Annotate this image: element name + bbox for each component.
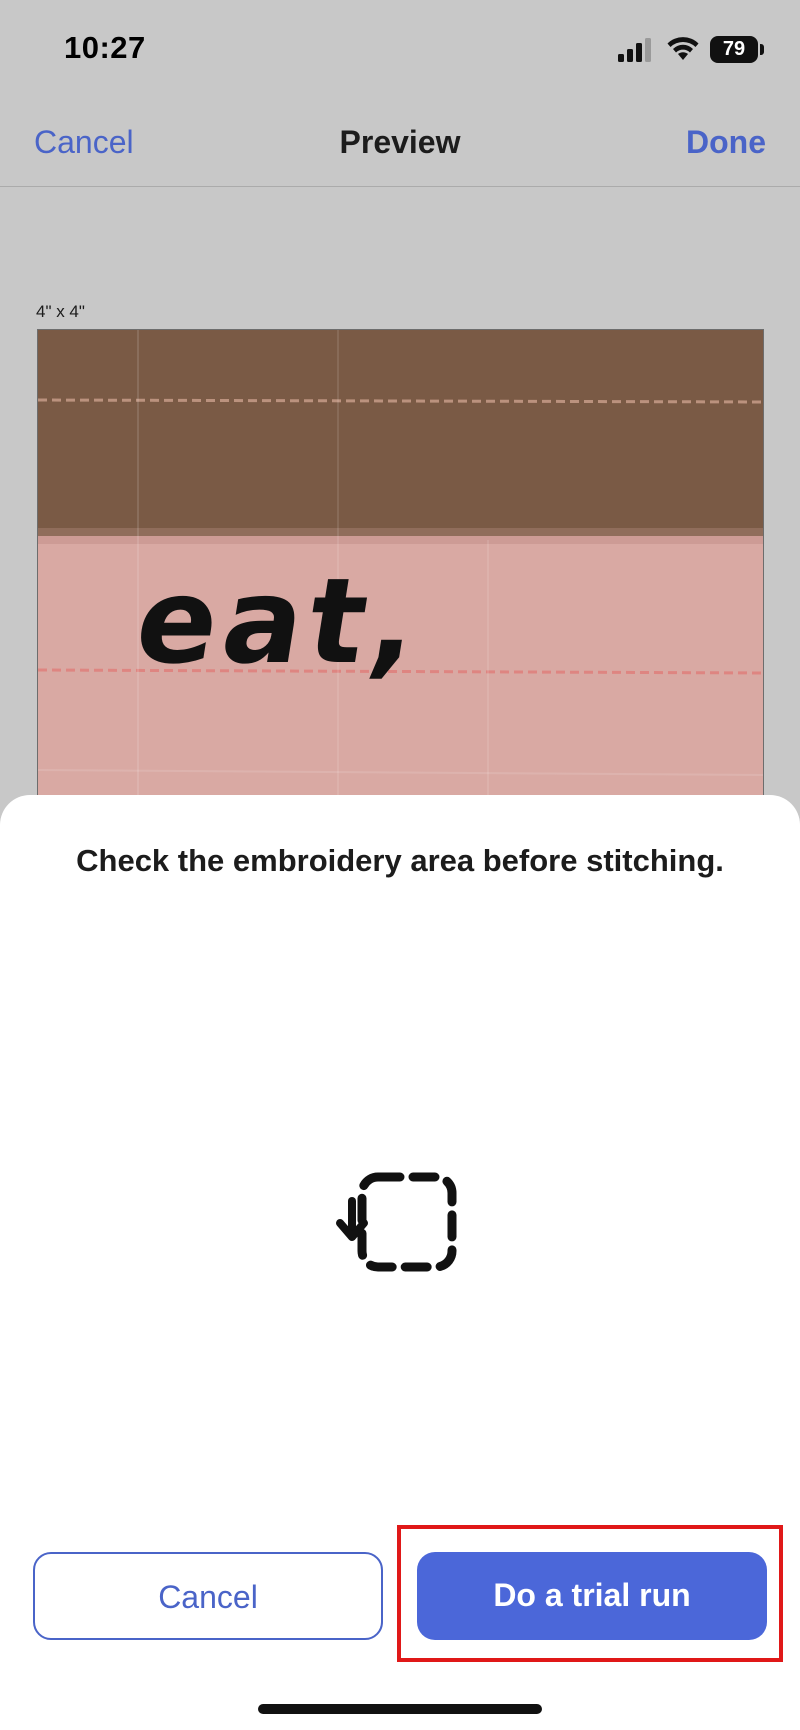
- cancel-button[interactable]: Cancel: [33, 1552, 383, 1640]
- page-title: Preview: [339, 124, 461, 160]
- bottom-sheet: Check the embroidery area before stitchi…: [0, 795, 800, 1730]
- nav-done-button[interactable]: Done: [686, 124, 766, 161]
- battery-cap: [760, 44, 764, 55]
- hoop-size-label: 4" x 4": [36, 302, 85, 321]
- embroidery-preview: eat,: [37, 329, 764, 799]
- sheet-message: Check the embroidery area before stitchi…: [76, 843, 724, 878]
- embroidery-design-text: eat,: [127, 552, 434, 690]
- battery-icon: 79: [710, 36, 758, 63]
- status-bar: 10:27 79: [0, 0, 800, 100]
- trace-area-icon: [336, 1172, 457, 1272]
- trial-run-button[interactable]: Do a trial run: [417, 1552, 767, 1640]
- home-indicator[interactable]: [258, 1704, 542, 1714]
- status-time: 10:27: [64, 30, 146, 65]
- wifi-icon: [667, 37, 699, 60]
- navigation-bar: Cancel Preview Done: [0, 100, 800, 187]
- cellular-signal-icon: [618, 38, 651, 62]
- nav-cancel-button[interactable]: Cancel: [34, 124, 134, 161]
